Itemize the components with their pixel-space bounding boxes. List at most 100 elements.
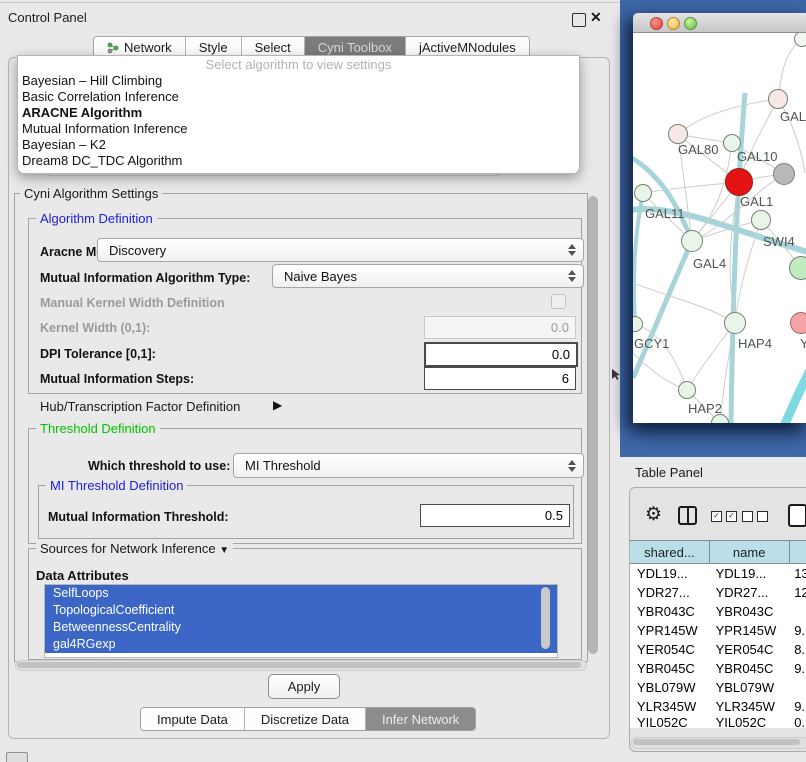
algorithm-dropdown-popup: Select algorithm to view settings Bayesi…: [17, 55, 580, 174]
which-threshold-combobox[interactable]: MI Threshold: [233, 453, 584, 478]
table-cell: [787, 602, 806, 621]
control-panel-title: Control Panel: [8, 10, 87, 25]
mi-threshold-input[interactable]: 0.5: [420, 504, 570, 527]
which-threshold-label: Which threshold to use:: [88, 459, 230, 473]
network-node-gal11[interactable]: [634, 184, 652, 202]
network-node-gray[interactable]: [773, 163, 795, 185]
tab-infer-network[interactable]: Infer Network: [366, 708, 475, 730]
attribute-item[interactable]: TopologicalCoefficient: [45, 602, 557, 619]
table-horizontal-scrollbar[interactable]: [631, 737, 806, 749]
node-label: HAP4: [738, 336, 772, 351]
node-label: GAL1: [740, 194, 773, 209]
attribute-item[interactable]: SelfLoops: [45, 585, 557, 602]
attribute-item[interactable]: gal4RGexp: [45, 636, 557, 653]
table-cell: YLR345W: [630, 697, 709, 716]
tab-discretize-data-label: Discretize Data: [261, 712, 349, 727]
table-cell: YPR145W: [630, 621, 709, 640]
table-row[interactable]: YDR27...YDR27...12: [630, 583, 806, 602]
zoom-traffic-light[interactable]: [684, 17, 697, 30]
dropdown-item[interactable]: Basic Correlation Inference: [18, 89, 579, 105]
table-row[interactable]: YDL19...YDL19...13: [630, 564, 806, 583]
hub-definition-expand-icon[interactable]: ▶: [273, 398, 282, 412]
table-cell: YBR045C: [709, 659, 788, 678]
table-row[interactable]: YIL052CYIL052C0.: [630, 716, 806, 728]
settings-vertical-scrollbar[interactable]: [588, 196, 598, 654]
apply-button[interactable]: Apply: [268, 674, 340, 699]
table-row[interactable]: YBL079WYBL079W: [630, 678, 806, 697]
mi-threshold-label: Mutual Information Threshold:: [48, 510, 229, 524]
gear-icon[interactable]: ⚙: [645, 505, 662, 524]
manual-kernel-width-checkbox[interactable]: [551, 294, 566, 309]
attribute-item[interactable]: BetweennessCentrality: [45, 619, 557, 636]
window-top-border: [0, 2, 620, 3]
network-node-swi4[interactable]: [789, 256, 806, 280]
sources-group-title-text: Sources for Network Inference: [40, 541, 216, 556]
network-node-gal4[interactable]: [681, 230, 703, 252]
tab-impute-data[interactable]: Impute Data: [141, 708, 245, 730]
table-row[interactable]: YER054CYER054C8.: [630, 640, 806, 659]
kernel-width-input[interactable]: 0.0: [424, 316, 576, 339]
mi-steps-input[interactable]: 6: [424, 367, 576, 390]
app-screen: Control Panel ✕ Network Style Select Cyn…: [0, 0, 806, 762]
sources-collapse-icon[interactable]: ▼: [219, 545, 229, 556]
columns-icon[interactable]: [678, 506, 697, 525]
table-row[interactable]: YBR043CYBR043C: [630, 602, 806, 621]
network-node-selected-red[interactable]: [725, 168, 753, 196]
network-node-pink[interactable]: [790, 312, 806, 334]
column-header[interactable]: shared...: [630, 541, 710, 563]
checked-box-icon: ✓: [711, 511, 722, 522]
float-window-icon[interactable]: [572, 13, 586, 27]
combo-spinner-icon: [568, 270, 576, 282]
dropdown-item[interactable]: Bayesian – K2: [18, 137, 579, 153]
aracne-mode-value: Discovery: [109, 243, 166, 258]
dpi-tolerance-input[interactable]: 0.0: [424, 342, 578, 367]
network-window-titlebar[interactable]: [633, 13, 806, 33]
network-node[interactable]: [794, 33, 806, 47]
column-header[interactable]: name: [710, 541, 790, 563]
table-cell: 9.: [787, 621, 806, 640]
table-row[interactable]: YPR145WYPR145W9.: [630, 621, 806, 640]
table-cell: 13: [787, 564, 806, 583]
settings-horizontal-scrollbar[interactable]: [15, 660, 587, 671]
column-header[interactable]: [790, 541, 806, 563]
table-cell: YER054C: [630, 640, 709, 659]
table-panel-title: Table Panel: [635, 465, 703, 480]
network-canvas[interactable]: GAL GAL80 GAL10 GAL1 GAL11 SWI4 GAL4 GCY…: [633, 33, 806, 423]
tab-discretize-data[interactable]: Discretize Data: [245, 708, 366, 730]
deselect-all-checks-icon[interactable]: [742, 511, 768, 522]
dropdown-item[interactable]: Bayesian – Hill Climbing: [18, 73, 579, 89]
dropdown-item[interactable]: Mutual Information Inference: [18, 121, 579, 137]
settings-horizontal-scrollbar-thumb[interactable]: [17, 662, 581, 668]
attributes-list-scrollbar[interactable]: [541, 587, 550, 649]
threshold-definition-title: Threshold Definition: [36, 421, 160, 436]
table-row[interactable]: YBR045CYBR045C9.: [630, 659, 806, 678]
aracne-mode-combobox[interactable]: Discovery: [97, 238, 584, 262]
network-node[interactable]: [768, 89, 788, 109]
close-icon[interactable]: ✕: [590, 9, 602, 26]
tab-cyni-toolbox-label: Cyni Toolbox: [318, 40, 392, 55]
network-node-gal1[interactable]: [751, 210, 771, 230]
which-threshold-value: MI Threshold: [245, 458, 321, 473]
close-traffic-light[interactable]: [650, 17, 663, 30]
network-node-hap4[interactable]: [724, 312, 746, 334]
table-cell: YER054C: [709, 640, 788, 659]
table-row[interactable]: YLR345WYLR345W9.: [630, 697, 806, 716]
table-cell: YDR27...: [630, 583, 709, 602]
kernel-width-label: Kernel Width (0,1):: [40, 321, 150, 335]
select-all-checks-icon[interactable]: ✓ ✓: [711, 511, 737, 522]
dropdown-item-selected[interactable]: ARACNE Algorithm: [18, 105, 579, 121]
tab-network-label: Network: [124, 40, 172, 55]
dpi-tolerance-label: DPI Tolerance [0,1]:: [40, 347, 156, 361]
minimize-traffic-light[interactable]: [667, 17, 680, 30]
table-horizontal-scrollbar-thumb[interactable]: [633, 739, 800, 745]
mi-algorithm-type-combobox[interactable]: Naive Bayes: [272, 264, 584, 288]
dropdown-item[interactable]: Dream8 DC_TDC Algorithm: [18, 153, 579, 169]
combo-spinner-icon: [568, 244, 576, 256]
new-table-icon[interactable]: [788, 504, 806, 527]
table-cell: YBR045C: [630, 659, 709, 678]
checked-box-icon: ✓: [726, 511, 737, 522]
partial-corner-button[interactable]: [6, 752, 28, 762]
unchecked-box-icon: [742, 511, 753, 522]
network-node-gal80[interactable]: [668, 124, 688, 144]
network-node-hap2[interactable]: [678, 381, 696, 399]
